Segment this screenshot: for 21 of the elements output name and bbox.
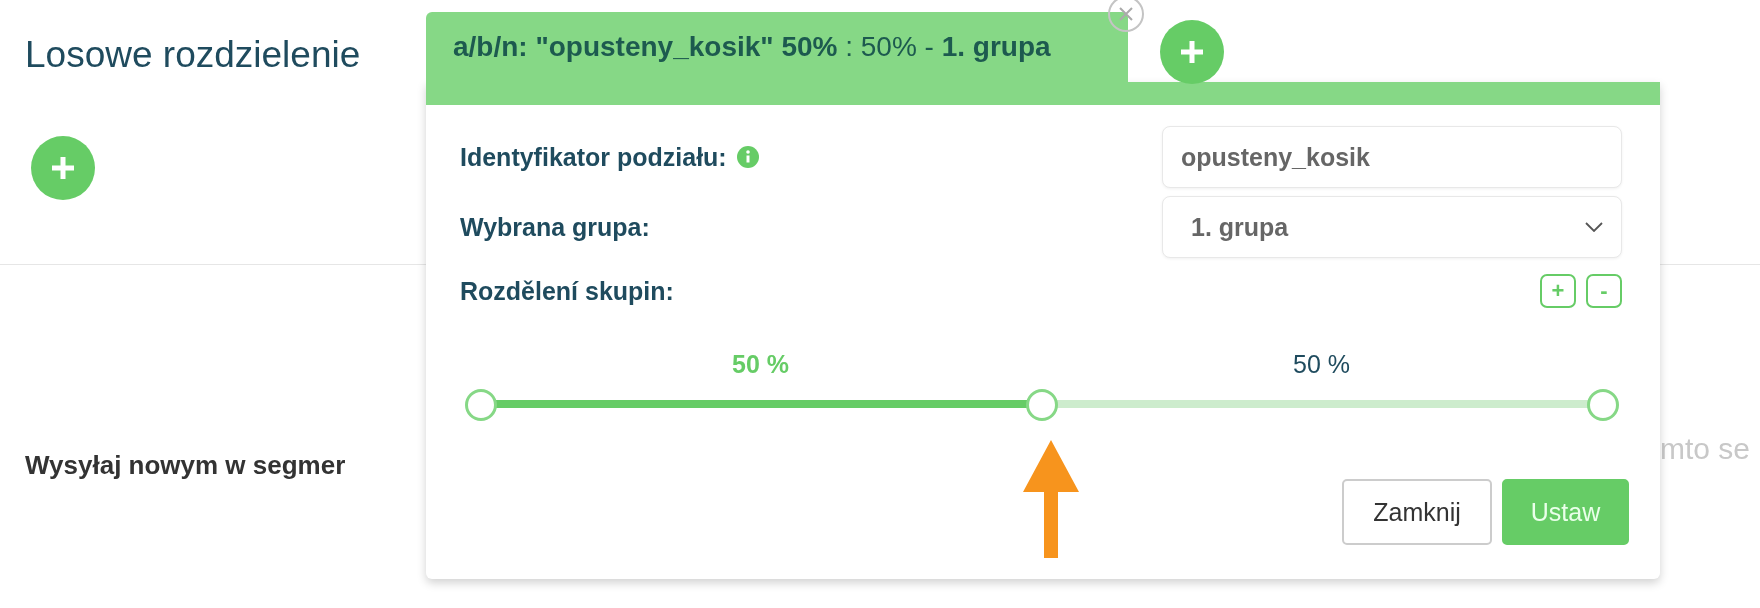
field-label: Identyfikator podziału: — [460, 142, 727, 172]
slider-handle[interactable] — [1026, 389, 1058, 421]
input-field[interactable]: opusteny_kosik — [1162, 126, 1622, 188]
close-button[interactable] — [1108, 0, 1144, 32]
group-share: 50 % — [1293, 350, 1350, 379]
group-select[interactable]: 1. grupa — [1162, 196, 1622, 258]
plus-icon — [1179, 39, 1205, 65]
slider-handle[interactable] — [1587, 389, 1619, 421]
plus-icon — [50, 155, 76, 181]
page-title: Losowe rozdzielenie — [25, 34, 361, 76]
list-item-text: Wysyłaj nowym w segmer — [25, 450, 346, 481]
popup-tab[interactable]: a/b/n: "opusteny_kosik" 50% : 50% - 1. grupa — [426, 12, 1128, 82]
slider-handle[interactable] — [465, 389, 497, 421]
chevron-down-icon — [1585, 222, 1603, 232]
info-icon[interactable] — [736, 146, 759, 168]
field-label: Wybrana grupa: — [460, 212, 650, 242]
close-icon — [1119, 7, 1133, 21]
group-share: 50 % — [732, 350, 789, 379]
field-label: Rozdělení skupin: — [460, 276, 674, 306]
close-dialog-button[interactable]: Zamknij — [1342, 479, 1492, 545]
split-slider[interactable] — [465, 389, 1617, 419]
